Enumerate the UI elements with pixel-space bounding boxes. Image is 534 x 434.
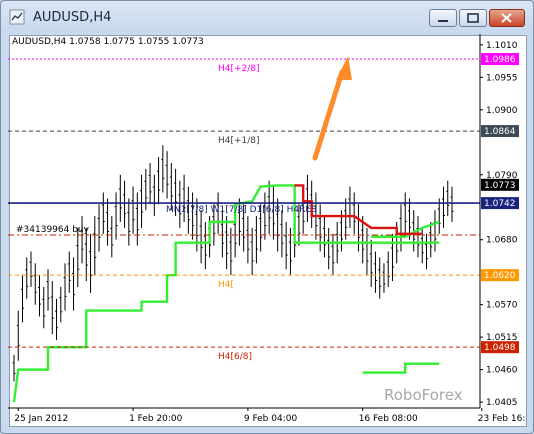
price-tick-label: 1.0570	[486, 301, 518, 311]
trend-arrow-icon	[312, 56, 352, 161]
price-tick-label: 1.0515	[486, 333, 518, 343]
price-tick-label: 1.0790	[486, 171, 518, 181]
order-label: #34139964 buy	[16, 225, 90, 235]
time-tick-label: 23 Feb 16:00	[478, 414, 526, 424]
trend-arrow-shaft	[312, 69, 345, 161]
time-tick-label: 16 Feb 08:00	[359, 414, 418, 424]
level-label: H4[6/8]	[218, 352, 252, 362]
window-title: AUDUSD,H4	[33, 10, 112, 25]
watermark: RoboForex	[384, 386, 463, 404]
restore-button[interactable]	[459, 9, 487, 27]
price-badge-label: 1.0620	[484, 271, 516, 281]
price-tick-label: 1.0460	[486, 366, 518, 376]
title-bar[interactable]: AUDUSD,H4	[1, 1, 533, 35]
price-tick-label: 1.0405	[486, 398, 518, 408]
level-label: H4[	[218, 280, 234, 290]
price-tick-label: 1.0680	[486, 236, 518, 246]
price-tick-label: 1.1010	[486, 41, 518, 51]
close-icon	[501, 13, 512, 23]
chart-window-icon	[9, 9, 25, 25]
restore-icon	[467, 13, 479, 23]
trend-arrow-head	[336, 56, 352, 80]
minimize-icon	[438, 20, 448, 22]
price-tick-label: 1.0955	[486, 73, 518, 83]
time-tick-label: 25 Jan 2012	[14, 414, 68, 424]
symbol-header: AUDUSD,H4 1.0758 1.0775 1.0755 1.0773	[12, 37, 204, 47]
level-label: H4[+2/8]	[218, 64, 260, 74]
price-chart[interactable]: H4[+2/8] 1.0986 H4[+1/8] 1.0864 1.0742 H4[ 1.0…	[8, 34, 526, 426]
time-tick-label: 9 Feb 04:00	[244, 414, 298, 424]
price-tick-label: 1.0900	[486, 106, 518, 116]
indicator-overlay-text: MN1[7/8] W1[7/8] D1[6/8] H4RES	[166, 205, 317, 215]
current-price-label: 1.0773	[484, 181, 516, 191]
price-badge-label: 1.0498	[484, 343, 516, 353]
price-badge-label: 1.0986	[484, 55, 516, 65]
close-button[interactable]	[489, 9, 525, 27]
time-tick-label: 1 Feb 20:00	[129, 414, 183, 424]
price-badge-label: 1.0742	[484, 199, 516, 209]
green-trail-line	[362, 362, 440, 374]
price-badge-label: 1.0864	[484, 127, 516, 137]
minimize-button[interactable]	[429, 9, 457, 27]
level-label: H4[+1/8]	[218, 136, 260, 146]
